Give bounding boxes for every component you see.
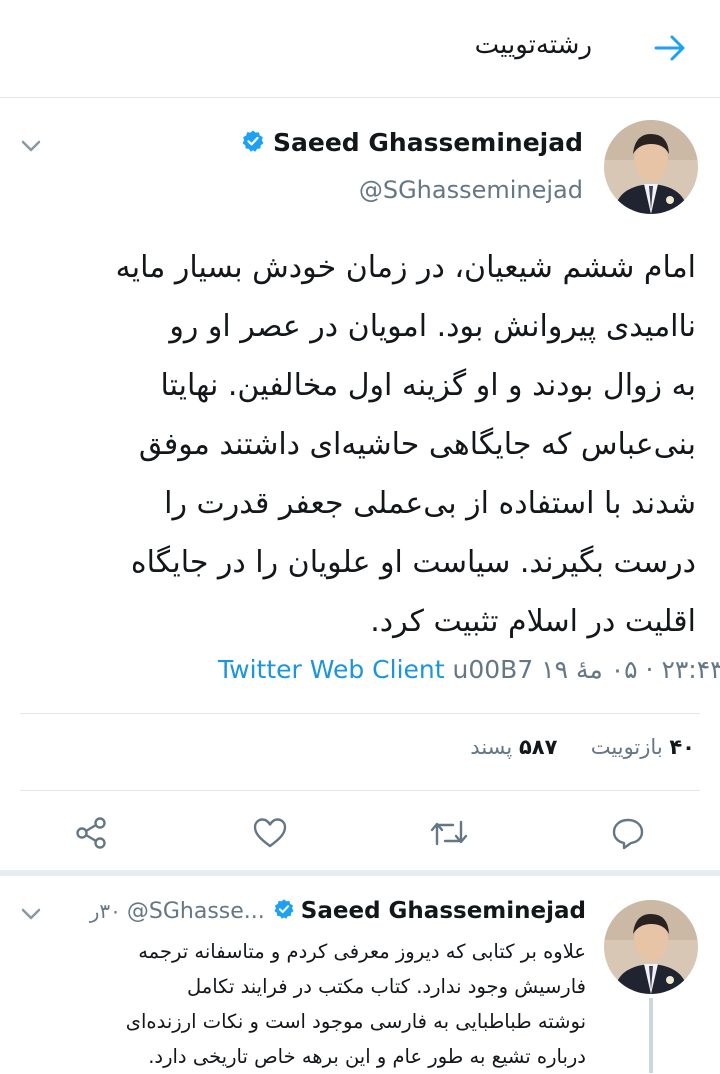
divider xyxy=(20,713,700,714)
reply-header-row: Saeed Ghasseminejad @SGhasse... ۳۰ر xyxy=(90,898,586,924)
like-button[interactable] xyxy=(240,805,300,861)
likes-count: ۵۸۷ xyxy=(518,735,558,759)
author-handle[interactable]: @SGhasseminejad xyxy=(359,176,583,204)
share-button[interactable] xyxy=(61,805,121,861)
retweets-count: ۴۰ xyxy=(669,735,695,759)
retweet-button[interactable] xyxy=(419,805,479,861)
verified-badge-icon xyxy=(241,129,265,157)
retweets-label: بازتوییت xyxy=(590,735,663,759)
author-handle[interactable]: @SGhasse... xyxy=(127,899,265,924)
section-divider xyxy=(0,870,720,876)
likes-label: پسند xyxy=(470,735,513,759)
tweet-text-line: امام ششم شیعیان، در زمان خودش بسیار مایه xyxy=(115,250,696,285)
tweet-text-line: درباره تشیع به طور عام و این برهه خاص تا… xyxy=(148,1045,586,1068)
tweet-meta: Twitter Web Client ۲۳:۴۳ · ۰۵ مهٔ ۱۹ u00… xyxy=(218,655,720,684)
share-icon xyxy=(76,817,106,849)
tweet-stats: ۴۰ بازتوییت ۵۸۷ پسند xyxy=(470,735,695,759)
tweet-actions xyxy=(0,805,720,865)
author-name[interactable]: Saeed Ghasseminejad xyxy=(301,898,586,924)
like-icon xyxy=(253,818,287,848)
author-name[interactable]: Saeed Ghasseminejad xyxy=(273,128,583,157)
thread-header: رشته‌توییت xyxy=(0,0,720,98)
tweet-timestamp: ۲۳:۴۳ · ۰۵ مهٔ ۱۹ u00B7 xyxy=(452,655,720,684)
verified-badge-icon xyxy=(273,898,295,924)
tweet-text-line: اقلیت در اسلام تثبیت کرد. xyxy=(370,604,696,639)
tweet-text-line: علاوه بر کتابی که دیروز معرفی کردم و متا… xyxy=(138,940,586,963)
tweet-text-line: درست بگیرند. سیاست او علویان را در جایگا… xyxy=(130,545,696,580)
thread-line xyxy=(649,998,653,1073)
avatar[interactable] xyxy=(604,900,698,994)
tweet-text-line: شدند با استفاده از بی‌عملی جعفر قدرت را xyxy=(164,486,696,521)
tweet-text: امام ششم شیعیان، در زمان خودش بسیار مایه… xyxy=(16,238,696,651)
chevron-down-icon[interactable] xyxy=(20,906,42,920)
likes-stat[interactable]: ۵۸۷ پسند xyxy=(470,735,557,759)
tweet-time: ۳۰ر xyxy=(89,899,121,923)
client-link[interactable]: Twitter Web Client xyxy=(218,655,445,684)
chevron-down-icon[interactable] xyxy=(20,138,42,152)
tweet-text-line: فارسیش وجود ندارد. کتاب مکتب در فرایند ت… xyxy=(187,975,586,998)
tweet-text: علاوه بر کتابی که دیروز معرفی کردم و متا… xyxy=(20,934,586,1074)
reply-icon xyxy=(612,818,644,850)
avatar[interactable] xyxy=(604,120,698,214)
author-name-row[interactable]: Saeed Ghasseminejad xyxy=(241,128,583,157)
tweet-text-line: ناامیدی پیروانش بود. امویان در عصر او رو xyxy=(169,309,696,344)
tweet-text-line: نوشته طباطبایی به فارسی موجود است و نکات… xyxy=(125,1010,586,1033)
tweet-text-line: بنی‌عباس که جایگاهی حاشیه‌ای داشتند موفق xyxy=(138,427,696,462)
retweet-icon xyxy=(430,820,468,846)
divider xyxy=(20,790,700,791)
back-arrow-icon[interactable] xyxy=(652,30,688,66)
tweet-text-line: به زوال بودند و او گزینه اول مخالفین. نه… xyxy=(160,368,696,403)
page-title: رشته‌توییت xyxy=(474,30,592,60)
retweets-stat[interactable]: ۴۰ بازتوییت xyxy=(584,735,695,759)
reply-button[interactable] xyxy=(598,805,658,861)
